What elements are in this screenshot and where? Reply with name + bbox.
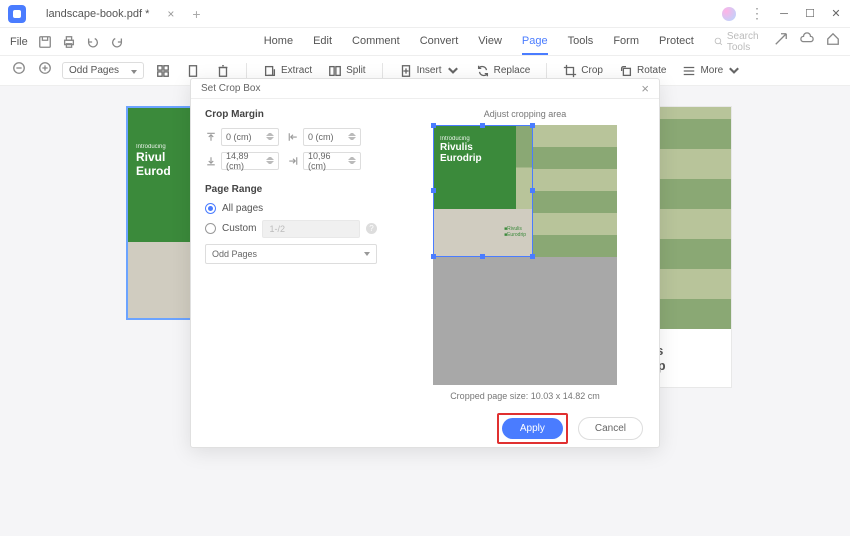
more-button[interactable]: More: [678, 62, 745, 80]
margin-left-input[interactable]: 0 (cm): [303, 128, 361, 146]
zoom-in-button[interactable]: [36, 59, 54, 82]
crop-handle-tl[interactable]: [431, 123, 436, 128]
page-range-label: Page Range: [205, 184, 377, 195]
dialog-footer: Apply Cancel: [191, 411, 659, 447]
dialog-close-button[interactable]: ×: [641, 81, 649, 96]
crop-preview[interactable]: Introducing Rivulis Eurodrip ■Rivulis ■E…: [433, 125, 617, 385]
save-icon[interactable]: [38, 35, 52, 49]
file-menu[interactable]: File: [10, 36, 28, 48]
page-range-select[interactable]: Odd Pages: [205, 244, 377, 264]
document-tab[interactable]: landscape-book.pdf * ×: [36, 3, 184, 25]
dialog-title: Set Crop Box: [201, 83, 260, 94]
margin-top-input[interactable]: 0 (cm): [221, 128, 279, 146]
margin-bottom-icon: [205, 155, 217, 167]
menu-tools[interactable]: Tools: [568, 29, 594, 55]
menubar: File Home Edit Comment Convert View Page…: [0, 28, 850, 56]
menu-view[interactable]: View: [478, 29, 502, 55]
apply-highlight: Apply: [497, 413, 568, 444]
crop-handle-mr[interactable]: [530, 188, 535, 193]
margin-right-input[interactable]: 10,96 (cm): [303, 152, 361, 170]
dialog-right-panel: Adjust cropping area Introducing Rivulis…: [391, 99, 659, 411]
titlebar: landscape-book.pdf * × + ⋮ ─ ☐ ✕: [0, 0, 850, 28]
delete-page-icon[interactable]: [212, 62, 234, 80]
menu-convert[interactable]: Convert: [420, 29, 459, 55]
crop-handle-bl[interactable]: [431, 254, 436, 259]
split-button[interactable]: Split: [324, 62, 369, 80]
margin-top-icon: [205, 131, 217, 143]
margin-bottom-input[interactable]: 14,89 (cm): [221, 152, 279, 170]
all-pages-radio[interactable]: All pages: [205, 203, 377, 214]
page-title-1: Rivul: [136, 150, 186, 164]
page-title-2: Eurod: [136, 164, 186, 178]
adjust-cropping-label: Adjust cropping area: [484, 109, 567, 119]
help-icon[interactable]: ?: [366, 223, 377, 234]
insert-button[interactable]: Insert: [395, 62, 464, 80]
margin-right-icon: [287, 155, 299, 167]
menu-comment[interactable]: Comment: [352, 29, 400, 55]
print-icon[interactable]: [62, 35, 76, 49]
menu-form[interactable]: Form: [613, 29, 639, 55]
rotate-button[interactable]: Rotate: [615, 62, 670, 80]
page-intro-text: Introducing: [136, 144, 186, 150]
tab-title: landscape-book.pdf *: [46, 8, 149, 20]
custom-radio[interactable]: Custom 1-/2 ?: [205, 220, 377, 238]
crop-handle-ml[interactable]: [431, 188, 436, 193]
close-tab-icon[interactable]: ×: [167, 7, 174, 21]
menu-home[interactable]: Home: [264, 29, 293, 55]
menu-page[interactable]: Page: [522, 29, 548, 55]
crop-handle-tr[interactable]: [530, 123, 535, 128]
menu-dots-icon[interactable]: ⋮: [750, 5, 764, 22]
apply-button[interactable]: Apply: [502, 418, 563, 439]
maximize-button[interactable]: ☐: [804, 8, 816, 20]
search-tools[interactable]: Search Tools: [714, 31, 774, 53]
margin-left-icon: [287, 131, 299, 143]
replace-button[interactable]: Replace: [472, 62, 535, 80]
dialog-header: Set Crop Box ×: [191, 79, 659, 99]
page-filter-select[interactable]: Odd Pages: [62, 62, 144, 79]
main-menu: Home Edit Comment Convert View Page Tool…: [264, 29, 694, 55]
window-controls: ⋮ ─ ☐ ✕: [722, 5, 842, 22]
crop-handle-tm[interactable]: [480, 123, 485, 128]
single-page-icon[interactable]: [182, 62, 204, 80]
minimize-button[interactable]: ─: [778, 8, 790, 20]
cropped-size-label: Cropped page size: 10.03 x 14.82 cm: [450, 391, 600, 401]
crop-dialog: Set Crop Box × Crop Margin 0 (cm) 0 (cm)…: [190, 78, 660, 448]
crop-margin-label: Crop Margin: [205, 109, 377, 120]
close-window-button[interactable]: ✕: [830, 8, 842, 20]
home-icon[interactable]: [826, 32, 840, 51]
menu-protect[interactable]: Protect: [659, 29, 694, 55]
preview-photos-right: [533, 125, 617, 257]
crop-region[interactable]: Introducing Rivulis Eurodrip ■Rivulis ■E…: [433, 125, 533, 257]
cancel-button[interactable]: Cancel: [578, 417, 643, 440]
crop-handle-br[interactable]: [530, 254, 535, 259]
crop-button[interactable]: Crop: [559, 62, 607, 80]
dialog-left-panel: Crop Margin 0 (cm) 0 (cm) 14,89 (cm): [191, 99, 391, 411]
thumbnail-view-icon[interactable]: [152, 62, 174, 80]
menu-edit[interactable]: Edit: [313, 29, 332, 55]
cloud-icon[interactable]: [800, 32, 814, 51]
app-icon: [8, 5, 26, 23]
share-icon[interactable]: [774, 32, 788, 51]
crop-logo: ■Rivulis ■Eurodrip: [504, 226, 526, 238]
extract-button[interactable]: Extract: [259, 62, 316, 80]
search-placeholder: Search Tools: [727, 31, 774, 53]
user-avatar[interactable]: [722, 7, 736, 21]
radio-unchecked-icon: [205, 223, 216, 234]
right-icons: [774, 32, 840, 51]
crop-handle-bm[interactable]: [480, 254, 485, 259]
custom-range-input[interactable]: 1-/2: [262, 220, 360, 238]
redo-icon[interactable]: [110, 35, 124, 49]
undo-icon[interactable]: [86, 35, 100, 49]
radio-checked-icon: [205, 203, 216, 214]
add-tab-button[interactable]: +: [192, 6, 200, 22]
quick-toolbar: [38, 35, 124, 49]
zoom-out-button[interactable]: [10, 59, 28, 82]
